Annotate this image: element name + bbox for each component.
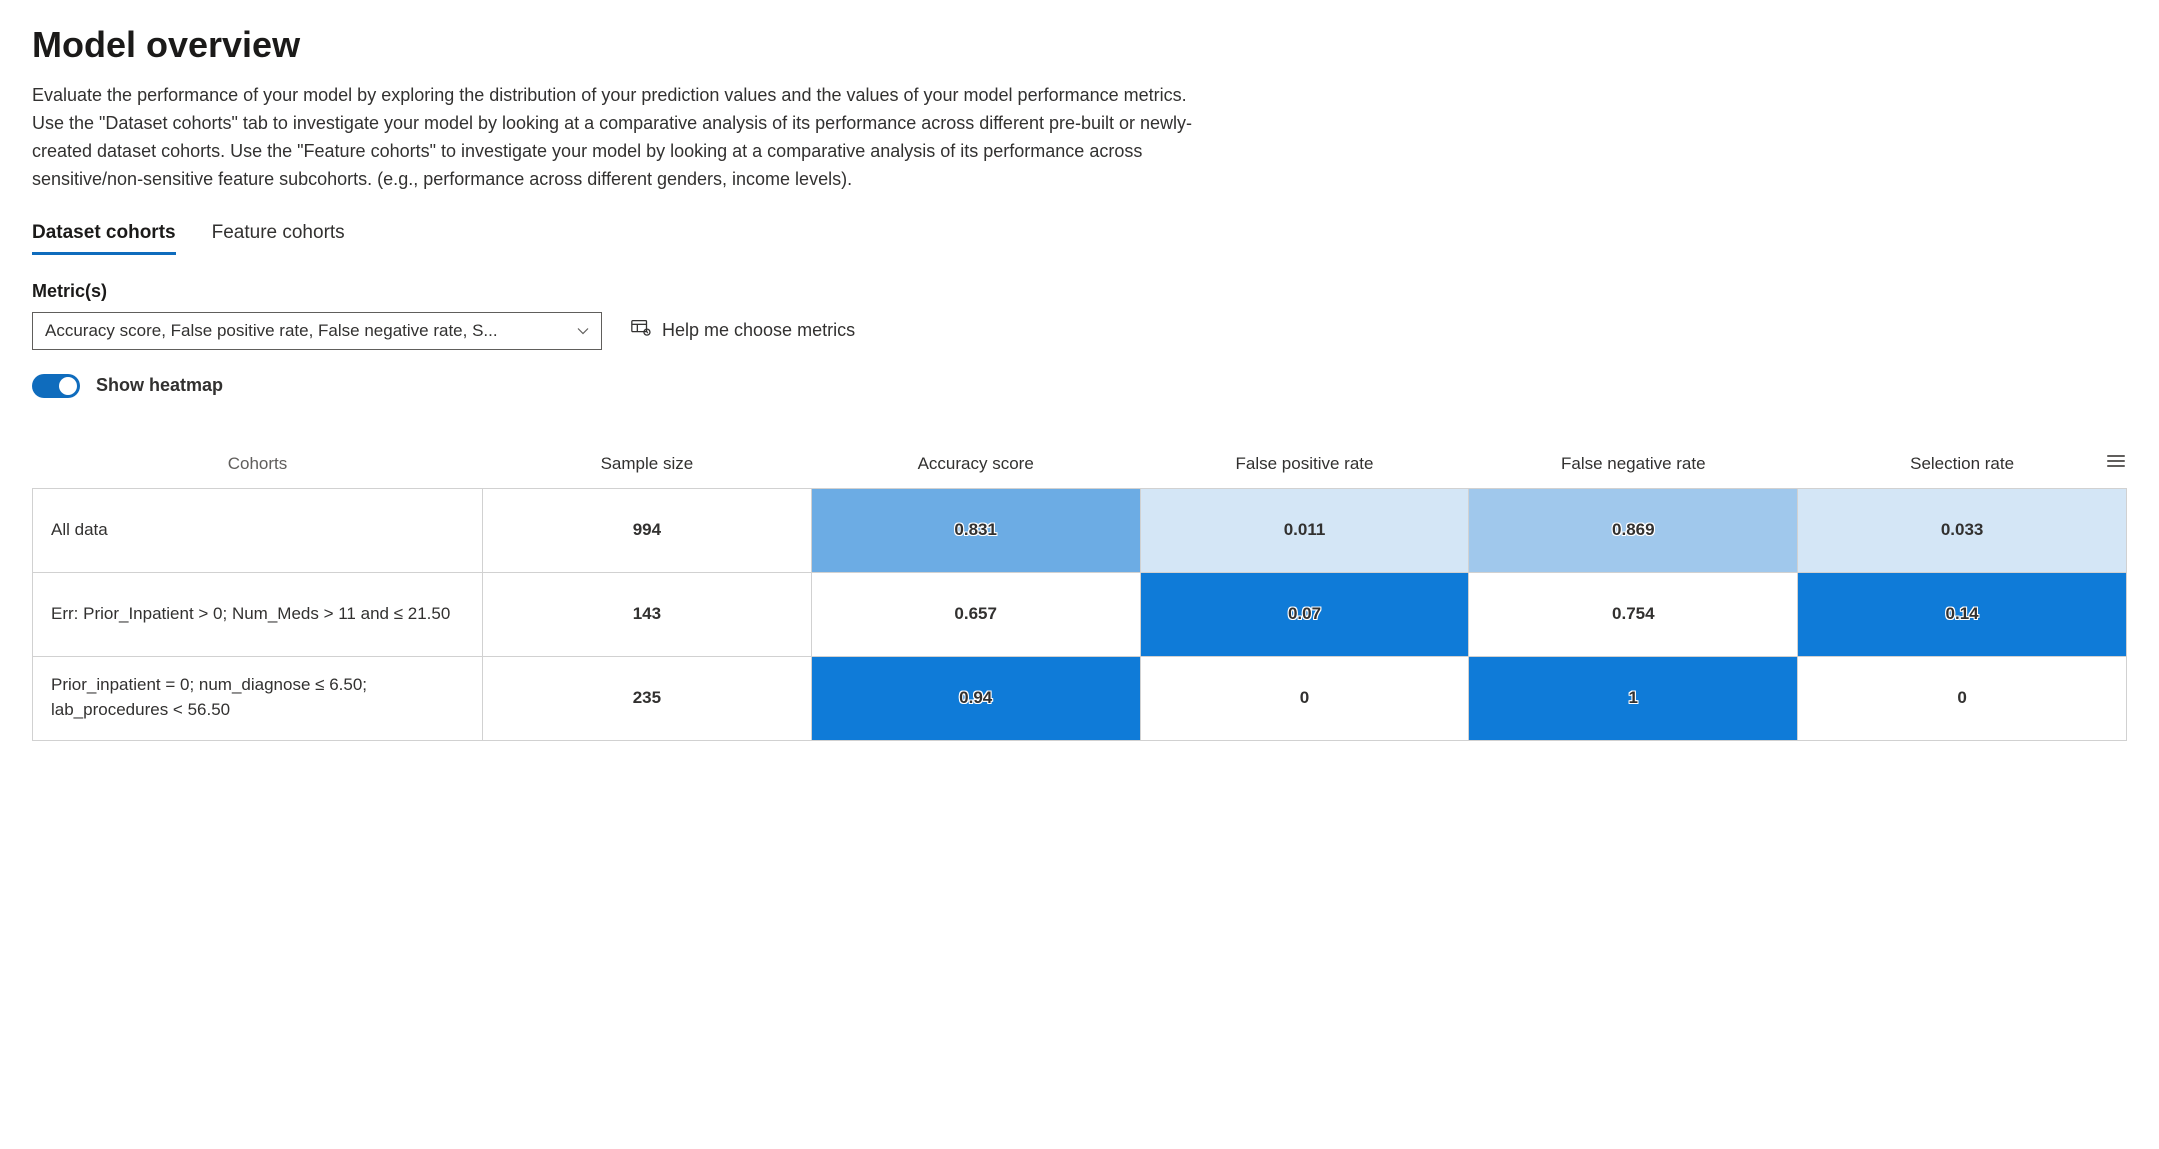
help-choose-metrics-label: Help me choose metrics	[662, 320, 855, 341]
col-accuracy[interactable]: Accuracy score	[811, 446, 1140, 489]
cohort-name-cell: Prior_inpatient = 0; num_diagnose ≤ 6.50…	[33, 656, 483, 740]
metrics-dropdown-text: Accuracy score, False positive rate, Fal…	[45, 321, 567, 341]
fnr-cell: 0.754	[1469, 572, 1798, 656]
col-fpr[interactable]: False positive rate	[1140, 446, 1469, 489]
accuracy-cell: 0.657	[811, 572, 1140, 656]
table-row: Prior_inpatient = 0; num_diagnose ≤ 6.50…	[33, 656, 2127, 740]
tab-dataset-cohorts[interactable]: Dataset cohorts	[32, 222, 176, 255]
metrics-controls-row: Accuracy score, False positive rate, Fal…	[32, 312, 2127, 350]
fpr-cell: 0	[1140, 656, 1469, 740]
tab-feature-cohorts[interactable]: Feature cohorts	[212, 222, 345, 255]
sample-size-cell: 143	[483, 572, 812, 656]
sample-size-cell: 994	[483, 488, 812, 572]
fpr-cell: 0.07	[1140, 572, 1469, 656]
fnr-cell: 1	[1469, 656, 1798, 740]
selection-cell: 0	[1798, 656, 2127, 740]
col-selection[interactable]: Selection rate	[1798, 446, 2127, 489]
fnr-cell: 0.869	[1469, 488, 1798, 572]
cohorts-table: Cohorts Sample size Accuracy score False…	[32, 446, 2127, 741]
show-heatmap-toggle[interactable]	[32, 374, 80, 398]
accuracy-cell: 0.831	[811, 488, 1140, 572]
table-menu-icon[interactable]	[2105, 450, 2127, 472]
cohort-name-cell: Err: Prior_Inpatient > 0; Num_Meds > 11 …	[33, 572, 483, 656]
show-heatmap-label: Show heatmap	[96, 375, 223, 396]
table-row: Err: Prior_Inpatient > 0; Num_Meds > 11 …	[33, 572, 2127, 656]
metrics-dropdown[interactable]: Accuracy score, False positive rate, Fal…	[32, 312, 602, 350]
sample-size-cell: 235	[483, 656, 812, 740]
metrics-help-icon	[630, 317, 652, 344]
tabs: Dataset cohorts Feature cohorts	[32, 222, 2127, 255]
heatmap-toggle-row: Show heatmap	[32, 374, 2127, 398]
col-cohorts: Cohorts	[33, 446, 483, 489]
metrics-label: Metric(s)	[32, 281, 2127, 302]
chevron-down-icon	[577, 324, 589, 338]
help-choose-metrics-link[interactable]: Help me choose metrics	[630, 317, 855, 344]
col-sample-size[interactable]: Sample size	[483, 446, 812, 489]
fpr-cell: 0.011	[1140, 488, 1469, 572]
accuracy-cell: 0.94	[811, 656, 1140, 740]
page-description: Evaluate the performance of your model b…	[32, 82, 1192, 194]
page-title: Model overview	[32, 24, 2127, 66]
selection-cell: 0.033	[1798, 488, 2127, 572]
table-row: All data9940.8310.0110.8690.033	[33, 488, 2127, 572]
col-fnr[interactable]: False negative rate	[1469, 446, 1798, 489]
cohort-name-cell: All data	[33, 488, 483, 572]
selection-cell: 0.14	[1798, 572, 2127, 656]
